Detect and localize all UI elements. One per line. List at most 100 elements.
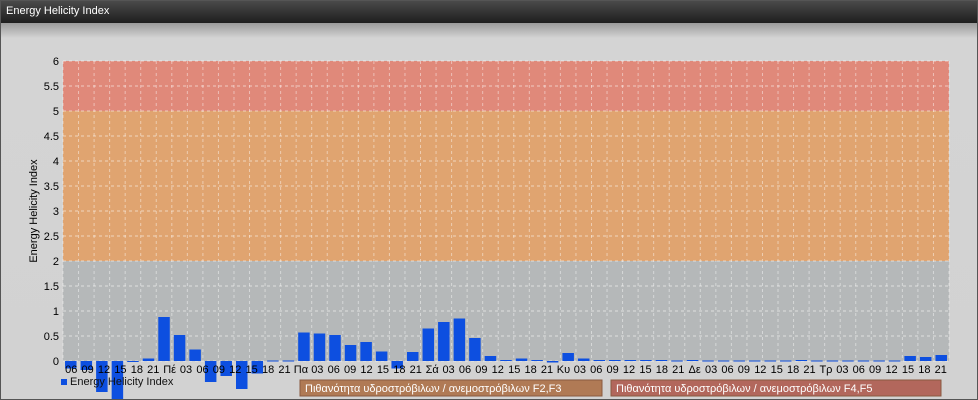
x-tick-label-5: 21: [147, 364, 159, 376]
y-tick-label-9: 4.5: [44, 131, 59, 143]
x-tick-label-3: 15: [114, 364, 126, 376]
x-tick-label-23: 03: [442, 364, 454, 376]
bar-7: [173, 335, 186, 361]
bar-24: [438, 322, 450, 361]
bar-32: [562, 353, 574, 361]
x-tick-label-21: 21: [410, 364, 422, 376]
x-tick-label-33: 09: [607, 364, 619, 376]
bar-36: [624, 360, 637, 361]
bar-43: [733, 360, 745, 362]
x-tick-label-17: 09: [344, 364, 356, 376]
bar-15: [298, 332, 310, 361]
x-tick-label-50: 12: [885, 364, 897, 376]
bar-55: [919, 357, 932, 361]
bar-31: [546, 361, 559, 363]
y-tick-label-10: 5: [53, 106, 59, 118]
x-tick-label-10: 12: [229, 364, 241, 376]
bar-5: [142, 358, 155, 361]
bar-20: [375, 351, 388, 361]
bar-14: [282, 360, 295, 362]
legend: Energy Helicity Index: [61, 376, 174, 388]
x-tick-label-42: 12: [754, 364, 766, 376]
x-tick-label-11: 15: [246, 364, 258, 376]
x-tick-label-2: 12: [98, 364, 110, 376]
risk-button-f4-f5-label: Πιθανότητα υδροστρόβιλων / ανεμοστρόβιλω…: [616, 383, 873, 395]
title-bar: Energy Helicity Index: [1, 1, 977, 23]
y-tick-label-6: 3: [53, 206, 59, 218]
x-tick-label-14: Πα: [294, 364, 309, 376]
bar-46: [780, 360, 792, 362]
bar-27: [484, 356, 497, 361]
bar-35: [609, 360, 621, 361]
x-tick-label-36: 18: [656, 364, 668, 376]
x-tick-label-12: 18: [262, 364, 274, 376]
x-tick-label-8: 06: [196, 364, 208, 376]
bar-33: [577, 358, 590, 361]
bar-53: [888, 360, 901, 362]
bar-45: [764, 360, 776, 362]
y-tick-label-3: 1.5: [44, 281, 59, 293]
x-tick-label-19: 15: [377, 364, 389, 376]
x-tick-label-37: 21: [672, 364, 684, 376]
bar-25: [453, 318, 466, 361]
x-tick-label-18: 12: [360, 364, 372, 376]
risk-button-f4-f5[interactable]: Πιθανότητα υδροστρόβιλων / ανεμοστρόβιλω…: [610, 379, 942, 397]
bar-8: [189, 349, 201, 361]
bar-49: [826, 360, 839, 362]
x-tick-label-9: 09: [213, 364, 225, 376]
bar-29: [515, 358, 528, 361]
y-tick-label-11: 5.5: [44, 81, 59, 93]
x-tick-label-28: 18: [524, 364, 536, 376]
x-tick-label-24: 06: [459, 364, 471, 376]
y-tick-label-4: 2: [53, 256, 59, 268]
bar-17: [329, 335, 341, 361]
bar-16: [313, 333, 326, 361]
bar-4: [127, 361, 139, 362]
x-tick-label-25: 09: [475, 364, 487, 376]
x-tick-label-46: Τρ: [819, 364, 832, 376]
x-tick-label-31: 03: [574, 364, 586, 376]
bar-37: [640, 360, 652, 361]
bar-52: [873, 360, 885, 362]
bar-41: [702, 360, 714, 362]
x-tick-label-34: 12: [623, 364, 635, 376]
x-tick-label-45: 21: [803, 364, 815, 376]
x-tick-label-48: 06: [853, 364, 865, 376]
x-tick-label-39: 03: [705, 364, 717, 376]
x-tick-label-29: 21: [541, 364, 553, 376]
y-tick-label-0: 0: [53, 356, 59, 368]
bar-40: [686, 360, 699, 361]
x-tick-label-35: 15: [639, 364, 651, 376]
y-tick-label-7: 3.5: [44, 181, 59, 193]
x-tick-label-40: 06: [721, 364, 733, 376]
x-tick-label-20: 18: [393, 364, 405, 376]
x-tick-label-53: 21: [935, 364, 947, 376]
bar-19: [360, 342, 372, 361]
energy-helicity-chart: 0 0.5 1 1.5 2 2.5 3 3.5 4 4.5 5 5.5 6 Energy Helicit…: [1, 23, 977, 399]
x-tick-label-43: 15: [771, 364, 783, 376]
x-tick-label-27: 15: [508, 364, 520, 376]
x-tick-label-30: Κυ: [557, 364, 570, 376]
x-tick-label-15: 03: [311, 364, 323, 376]
x-tick-label-1: 09: [81, 364, 93, 376]
x-tick-label-0: 06: [65, 364, 77, 376]
bar-39: [671, 360, 683, 362]
bar-6: [158, 317, 170, 361]
y-tick-label-5: 2.5: [44, 231, 59, 243]
x-tick-label-51: 15: [902, 364, 914, 376]
risk-button-f2-f3[interactable]: Πιθανότητα υδροστρόβιλων / ανεμοστρόβιλω…: [299, 379, 603, 397]
legend-label: Energy Helicity Index: [70, 376, 174, 388]
bar-23: [422, 328, 435, 361]
bar-26: [469, 338, 481, 361]
y-axis-label: Energy Helicity Index: [28, 159, 40, 263]
bar-48: [811, 360, 823, 362]
bar-42: [717, 360, 730, 362]
bar-50: [842, 360, 854, 362]
x-tick-label-52: 18: [918, 364, 930, 376]
x-tick-label-6: Πέ: [163, 364, 176, 376]
y-tick-label-1: 0.5: [44, 331, 59, 343]
bar-47: [795, 360, 808, 361]
window-title: Energy Helicity Index: [6, 5, 110, 17]
x-tick-label-44: 18: [787, 364, 799, 376]
bar-18: [344, 345, 357, 361]
